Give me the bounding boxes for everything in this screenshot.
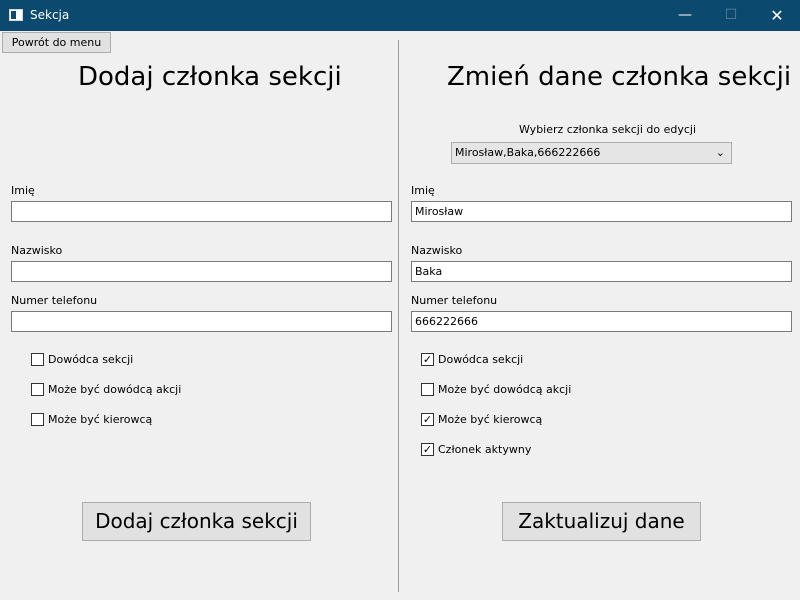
panel-divider [398,40,399,592]
add-driver-checkbox[interactable] [31,413,44,426]
minimize-icon[interactable]: — [662,0,708,31]
add-phone-input[interactable] [11,311,392,332]
edit-driver-label: Może być kierowcą [438,413,543,426]
edit-first-name-input[interactable]: Mirosław [411,201,792,222]
member-select[interactable]: Mirosław,Baka,666222666 ⌄ [451,142,732,164]
edit-active-member-checkbox[interactable]: ✓ [421,443,434,456]
edit-driver-checkbox[interactable]: ✓ [421,413,434,426]
edit-last-name-label: Nazwisko [411,244,463,257]
window-title: Sekcja [30,8,70,22]
add-member-heading: Dodaj członka sekcji [78,62,342,92]
close-icon[interactable]: ✕ [754,0,800,31]
add-member-button[interactable]: Dodaj członka sekcji [82,502,311,541]
app-icon [9,9,23,21]
add-first-name-input[interactable] [11,201,392,222]
add-action-commander-label: Może być dowódcą akcji [48,383,182,396]
edit-phone-label: Numer telefonu [411,294,498,307]
add-last-name-input[interactable] [11,261,392,282]
add-action-commander-checkbox[interactable] [31,383,44,396]
update-member-button[interactable]: Zaktualizuj dane [502,502,701,541]
back-to-menu-button[interactable]: Powrót do menu [2,32,111,53]
select-member-label: Wybierz członka sekcji do edycji [519,123,697,136]
add-phone-label: Numer telefonu [11,294,98,307]
add-first-name-label: Imię [11,184,35,197]
add-driver-label: Może być kierowcą [48,413,153,426]
edit-commander-checkbox[interactable]: ✓ [421,353,434,366]
edit-member-heading: Zmień dane członka sekcji [447,62,792,92]
maximize-icon[interactable]: ☐ [708,0,754,31]
edit-action-commander-label: Może być dowódcą akcji [438,383,572,396]
add-commander-label: Dowódca sekcji [48,353,134,366]
edit-commander-label: Dowódca sekcji [438,353,524,366]
add-commander-checkbox[interactable] [31,353,44,366]
edit-last-name-input[interactable]: Baka [411,261,792,282]
edit-first-name-label: Imię [411,184,435,197]
edit-action-commander-checkbox[interactable] [421,383,434,396]
member-select-value: Mirosław,Baka,666222666 [455,146,601,159]
edit-phone-input[interactable]: 666222666 [411,311,792,332]
edit-active-member-label: Członek aktywny [438,443,532,456]
title-bar: Sekcja — ☐ ✕ [0,0,800,31]
add-last-name-label: Nazwisko [11,244,63,257]
chevron-down-icon: ⌄ [715,146,725,159]
